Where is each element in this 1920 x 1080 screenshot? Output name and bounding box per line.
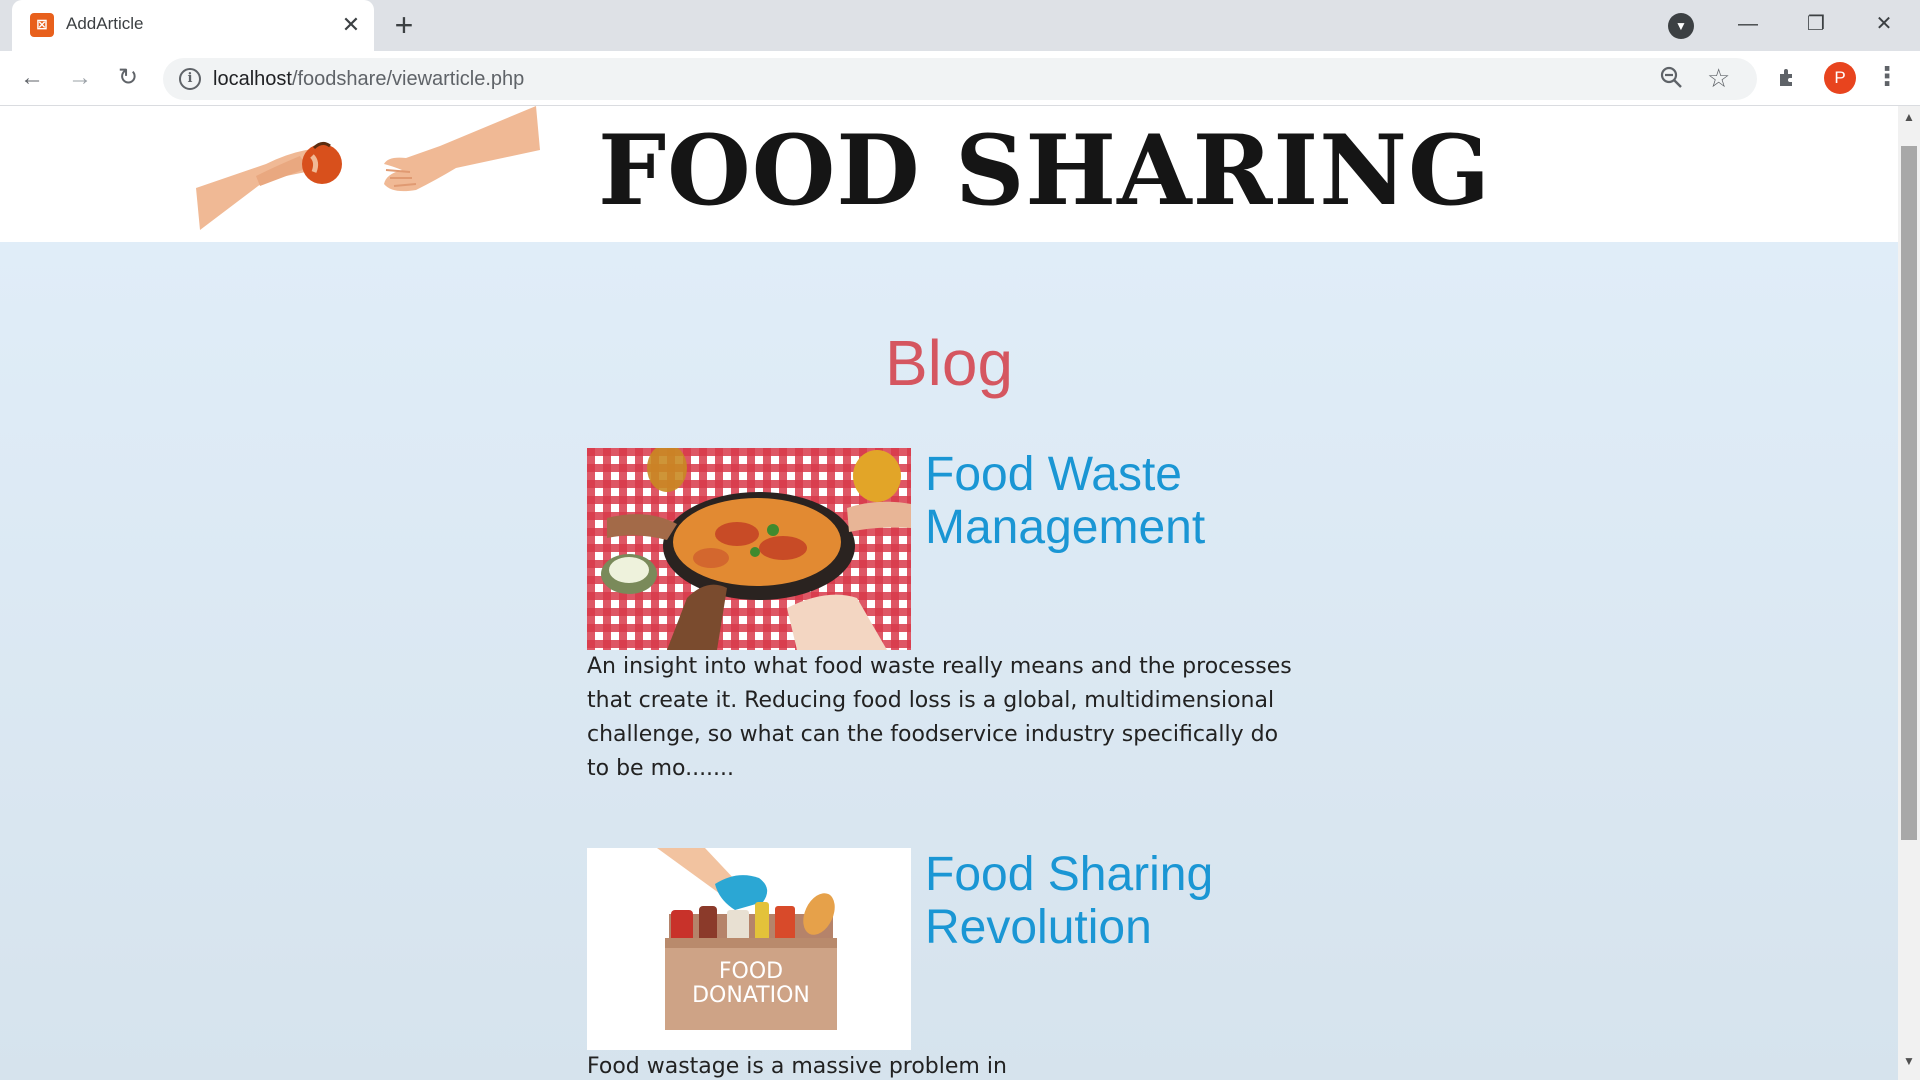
zoom-icon[interactable]	[1659, 65, 1685, 97]
forward-arrow-icon[interactable]: →	[62, 60, 98, 96]
url-text[interactable]: localhost/foodshare/viewarticle.php	[213, 68, 524, 91]
scroll-down-arrow-icon[interactable]: ▼	[1898, 1054, 1920, 1072]
new-tab-button[interactable]: +	[386, 8, 422, 44]
scroll-up-arrow-icon[interactable]: ▲	[1898, 110, 1920, 128]
food-donation-image[interactable]: FOOD DONATION	[587, 848, 911, 1050]
tab-strip: ⊠ AddArticle ✕ + ▼ — ❐ ✕	[0, 0, 1920, 51]
restore-button[interactable]: ❐	[1792, 6, 1840, 42]
minimize-button[interactable]: —	[1724, 6, 1772, 42]
reload-icon[interactable]: ↻	[110, 60, 146, 96]
article-card: Food Waste Management An insight into wh…	[587, 448, 1307, 786]
xampp-favicon-icon: ⊠	[30, 13, 54, 37]
url-host: localhost	[213, 68, 292, 90]
article-excerpt: Food wastage is a massive problem in	[587, 1054, 1007, 1079]
site-info-icon[interactable]: i	[179, 68, 201, 90]
tab-close-icon[interactable]: ✕	[336, 10, 366, 40]
food-text: FOOD	[719, 959, 783, 984]
hands-sharing-apple-logo	[196, 106, 540, 230]
bookmark-star-icon[interactable]: ☆	[1707, 63, 1730, 94]
site-title: FOOD SHARING	[598, 114, 1492, 227]
url-path: /foodshare/viewarticle.php	[291, 68, 525, 90]
pizza-sharing-image[interactable]	[587, 448, 911, 650]
back-arrow-icon[interactable]: ←	[14, 60, 50, 96]
site-header: FOOD SHARING	[0, 106, 1898, 242]
browser-toolbar: ← → ↻ i localhost/foodshare/viewarticle.…	[0, 51, 1920, 106]
donation-text: DONATION	[692, 983, 810, 1008]
kebab-menu-icon[interactable]: ⋮	[1874, 61, 1900, 92]
tab-title: AddArticle	[66, 14, 144, 33]
blog-content: Blog Food Waste Management An insight in…	[0, 242, 1898, 1080]
tab-search-icon[interactable]: ▼	[1668, 13, 1694, 39]
page-viewport: FOOD SHARING Blog Food Waste Management …	[0, 106, 1898, 1080]
scrollbar-thumb[interactable]	[1901, 146, 1917, 840]
address-bar[interactable]: i localhost/foodshare/viewarticle.php ☆	[163, 58, 1757, 100]
profile-avatar[interactable]: P	[1824, 62, 1856, 94]
browser-tab[interactable]: ⊠ AddArticle ✕	[12, 0, 374, 51]
extensions-puzzle-icon[interactable]	[1776, 66, 1800, 97]
page-scrollbar[interactable]: ▲ ▼	[1898, 106, 1920, 1080]
article-card: FOOD DONATION Food Sharing Revolution Fo…	[587, 848, 1307, 1080]
close-window-button[interactable]: ✕	[1860, 6, 1908, 42]
blog-heading: Blog	[884, 327, 1014, 399]
article-excerpt: An insight into what food waste really m…	[587, 654, 1292, 781]
